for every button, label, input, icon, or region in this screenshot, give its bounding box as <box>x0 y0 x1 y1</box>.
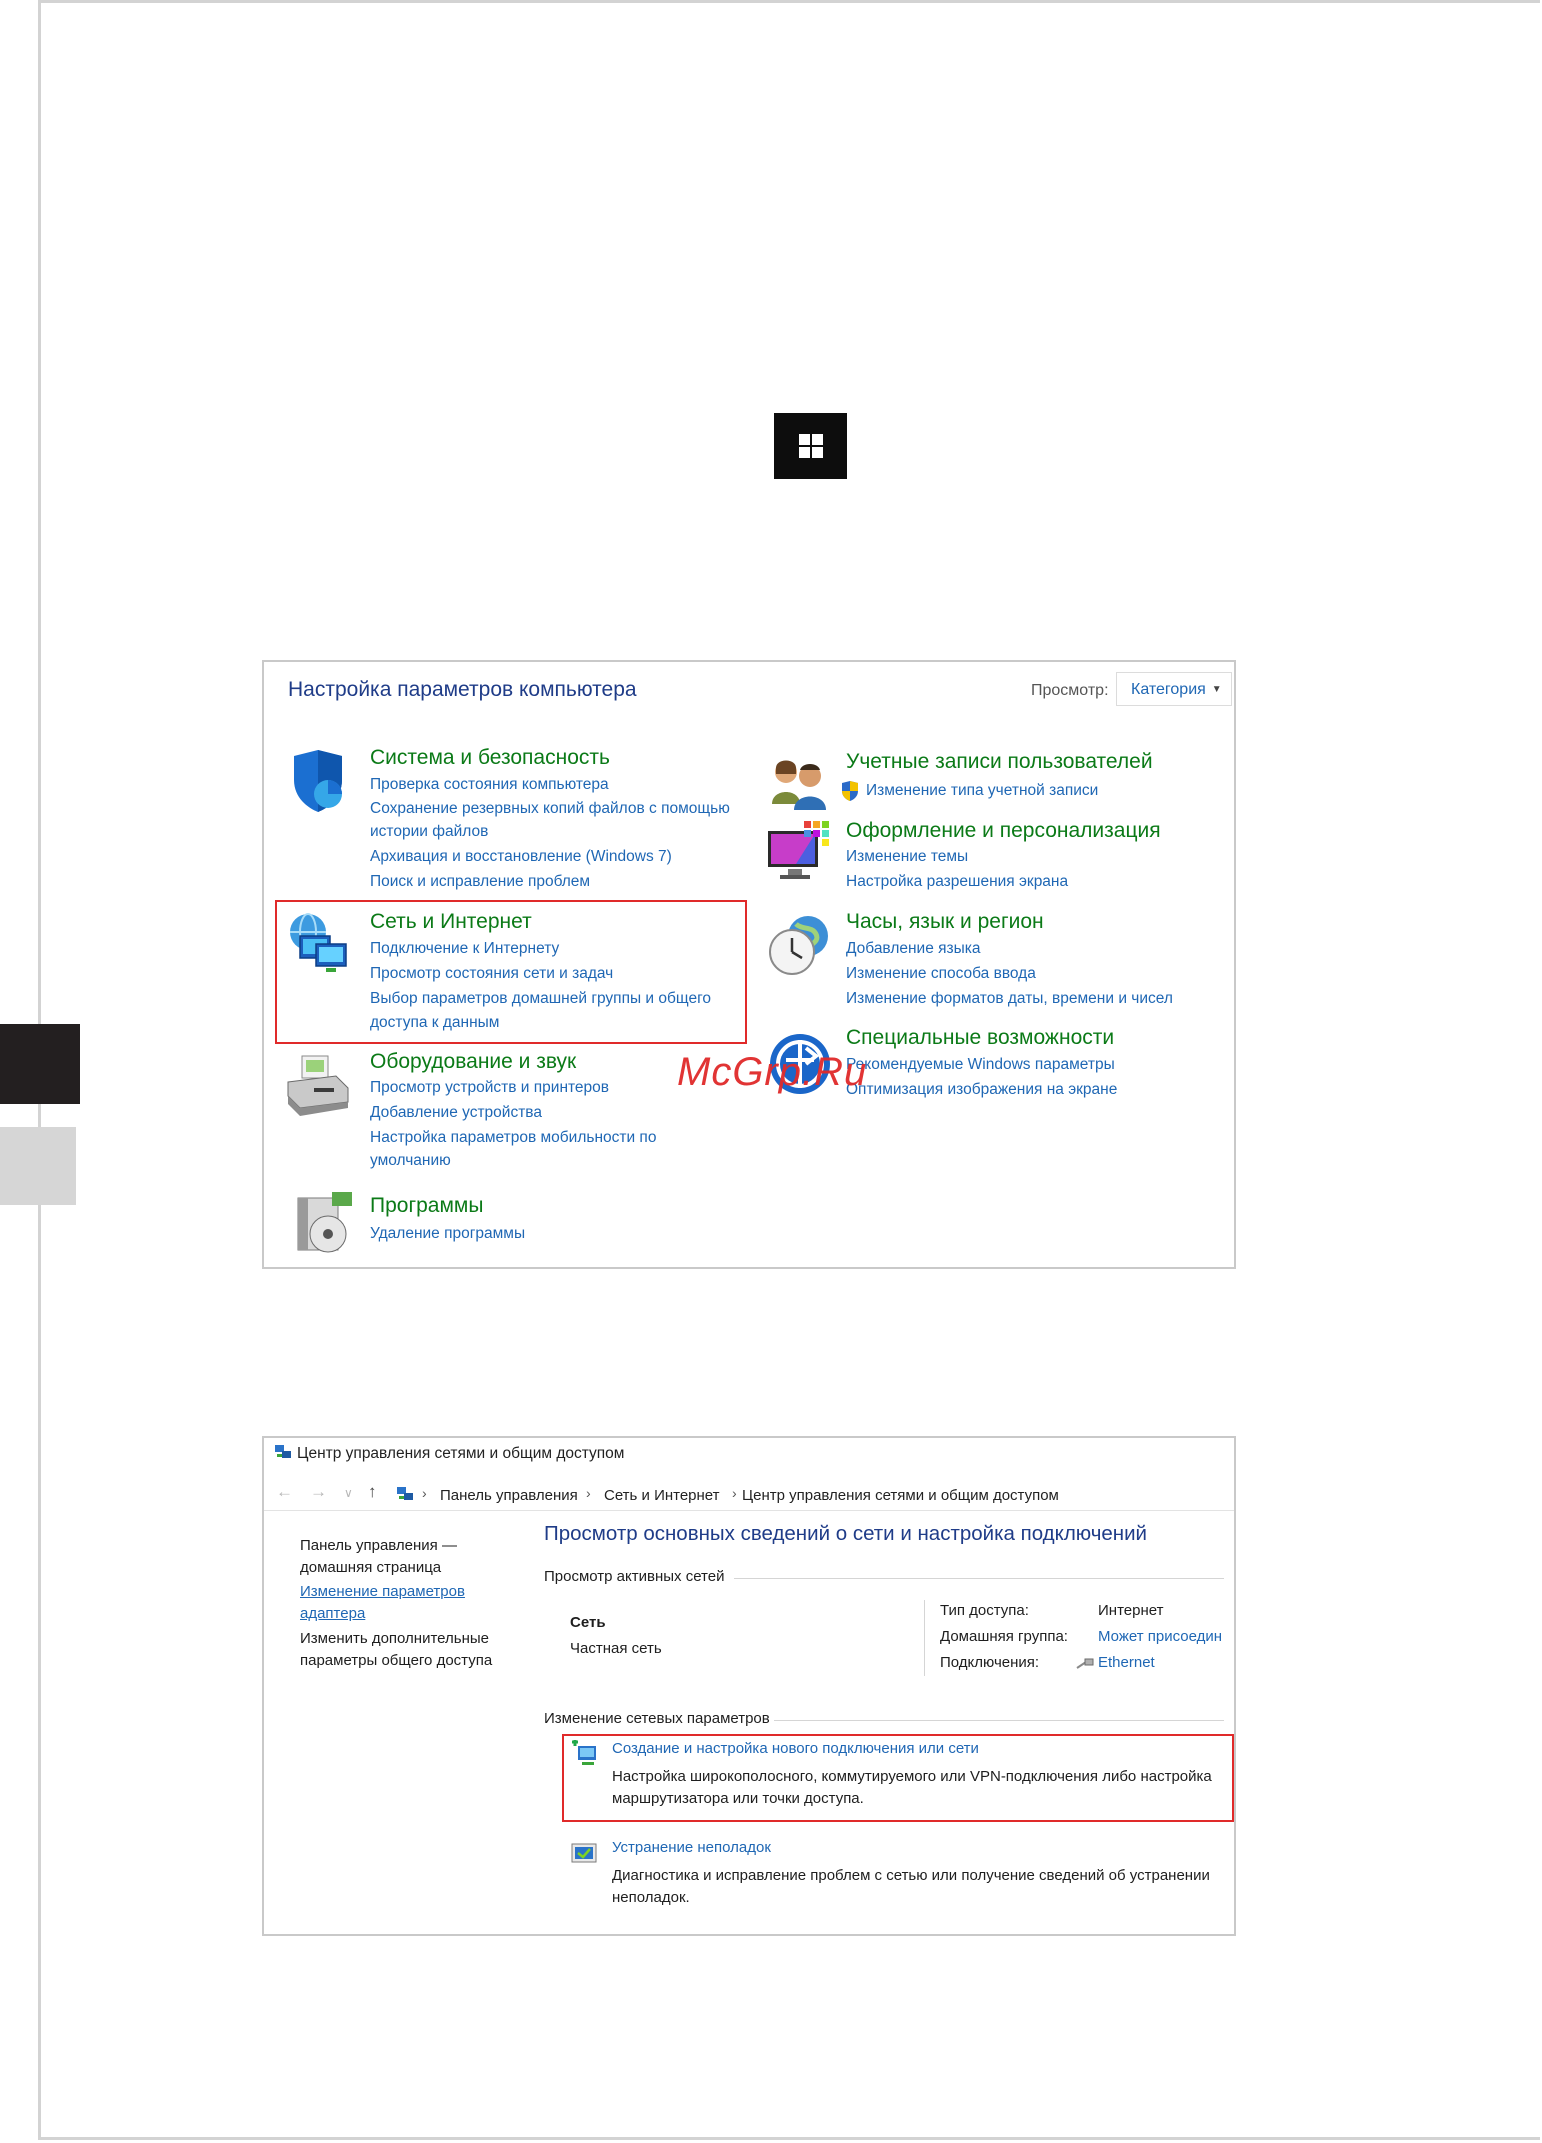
network-center-icon <box>275 1445 291 1458</box>
troubleshoot-desc-line2: неполадок. <box>612 1889 690 1906</box>
link-change-theme[interactable]: Изменение темы <box>846 847 968 867</box>
network-highlight-box <box>275 900 747 1044</box>
category-title-appearance[interactable]: Оформление и персонализация <box>846 819 1161 843</box>
change-settings-label: Изменение сетевых параметров <box>544 1710 770 1727</box>
category-title-clock[interactable]: Часы, язык и регион <box>846 910 1044 934</box>
homegroup-label: Домашняя группа: <box>940 1628 1068 1645</box>
divider <box>774 1720 1224 1721</box>
up-arrow-icon[interactable]: ↑ <box>368 1482 377 1502</box>
sidebar-adapter-line1: Изменение параметров <box>300 1583 465 1600</box>
view-by-value: Категория <box>1131 681 1206 698</box>
homegroup-link[interactable]: Может присоедин <box>1098 1626 1222 1648</box>
link-file-history[interactable]: Сохранение резервных копий файлов с помо… <box>370 799 730 819</box>
link-mobility[interactable]: Настройка параметров мобильности по <box>370 1128 656 1148</box>
link-file-history-2[interactable]: истории файлов <box>370 822 488 842</box>
network-name: Сеть <box>570 1614 606 1631</box>
shield-icon <box>294 750 342 812</box>
divider <box>924 1600 925 1676</box>
users-icon <box>772 760 826 810</box>
breadcrumb-network-center[interactable]: Центр управления сетями и общим доступом <box>742 1487 1059 1504</box>
network-center-screenshot: Центр управления сетями и общим доступом… <box>262 1436 1236 1936</box>
link-recommended-settings[interactable]: Рекомендуемые Windows параметры <box>846 1055 1115 1075</box>
link-uninstall[interactable]: Удаление программы <box>370 1224 525 1244</box>
window-title: Центр управления сетями и общим доступом <box>297 1445 625 1462</box>
control-panel-icon <box>397 1487 413 1500</box>
new-connection-highlight-box <box>562 1734 1234 1822</box>
uac-shield-icon <box>842 781 858 801</box>
ethernet-link[interactable]: Ethernet <box>1098 1652 1155 1674</box>
chapter-tab-light <box>0 1127 76 1205</box>
monitor-palette-icon <box>768 821 829 879</box>
watermark: McGrp.Ru <box>677 1050 868 1094</box>
divider <box>734 1578 1224 1579</box>
link-optimize-display[interactable]: Оптимизация изображения на экране <box>846 1080 1117 1100</box>
sidebar-item-home[interactable]: Панель управления — домашняя страница <box>300 1535 457 1579</box>
connections-label: Подключения: <box>940 1654 1040 1671</box>
category-title-accounts[interactable]: Учетные записи пользователей <box>846 750 1153 774</box>
active-networks-label: Просмотр активных сетей <box>544 1568 725 1585</box>
network-type: Частная сеть <box>570 1640 662 1657</box>
sidebar-adapter-line2: адаптера <box>300 1605 366 1622</box>
sidebar-home-line1: Панель управления — <box>300 1537 457 1554</box>
breadcrumb-control-panel[interactable]: Панель управления <box>440 1487 578 1504</box>
access-type-label: Тип доступа: <box>940 1602 1029 1619</box>
view-by-dropdown[interactable]: Категория ▼ <box>1116 672 1232 706</box>
link-devices-printers[interactable]: Просмотр устройств и принтеров <box>370 1078 609 1098</box>
view-label: Просмотр: <box>1031 682 1109 699</box>
breadcrumb-separator-icon: › <box>732 1485 737 1501</box>
address-bar: ← → ∨ ↑ › Панель управления › Сеть и Инт… <box>264 1476 1234 1511</box>
forward-arrow-icon[interactable]: → <box>310 1482 327 1502</box>
link-account-type[interactable]: Изменение типа учетной записи <box>866 781 1098 801</box>
control-panel-title: Настройка параметров компьютера <box>288 678 637 701</box>
back-arrow-icon[interactable]: ← <box>276 1482 293 1502</box>
control-panel-screenshot: Настройка параметров компьютера Просмотр… <box>262 660 1236 1269</box>
sidebar-sharing-line1: Изменить дополнительные <box>300 1630 489 1647</box>
link-add-language[interactable]: Добавление языка <box>846 939 981 959</box>
sidebar-item-adapter[interactable]: Изменение параметров адаптера <box>300 1581 465 1625</box>
category-title-accessibility[interactable]: Специальные возможности <box>846 1026 1114 1050</box>
troubleshoot-icon <box>571 1843 597 1863</box>
chapter-tab-dark <box>0 1024 80 1104</box>
access-type-value: Интернет <box>1098 1602 1164 1619</box>
clock-globe-icon <box>769 916 828 975</box>
category-title-system[interactable]: Система и безопасность <box>370 746 610 770</box>
troubleshoot-desc-line1: Диагностика и исправление проблем с сеть… <box>612 1867 1210 1884</box>
recent-chevron-icon[interactable]: ∨ <box>344 1486 353 1500</box>
link-input-method[interactable]: Изменение способа ввода <box>846 964 1036 984</box>
chevron-down-icon: ▼ <box>1211 684 1222 695</box>
printer-icon <box>287 1055 349 1116</box>
link-screen-resolution[interactable]: Настройка разрешения экрана <box>846 872 1068 892</box>
link-date-formats[interactable]: Изменение форматов даты, времени и чисел <box>846 989 1173 1009</box>
link-troubleshoot[interactable]: Поиск и исправление проблем <box>370 872 590 892</box>
ethernet-cable-icon <box>1076 1658 1094 1669</box>
troubleshoot-link[interactable]: Устранение неполадок <box>612 1837 771 1859</box>
link-check-status[interactable]: Проверка состояния компьютера <box>370 775 609 795</box>
category-title-hardware[interactable]: Оборудование и звук <box>370 1050 576 1074</box>
link-backup-restore[interactable]: Архивация и восстановление (Windows 7) <box>370 847 672 867</box>
breadcrumb-separator-icon: › <box>586 1485 591 1501</box>
breadcrumb-separator-icon: › <box>422 1485 427 1501</box>
category-title-programs[interactable]: Программы <box>370 1194 483 1218</box>
windows-key <box>774 413 847 479</box>
page-heading: Просмотр основных сведений о сети и наст… <box>544 1522 1148 1545</box>
programs-disc-icon <box>297 1192 352 1253</box>
sidebar-home-line2: домашняя страница <box>300 1559 442 1576</box>
window-titlebar: Центр управления сетями и общим доступом <box>274 1444 624 1463</box>
windows-logo-icon <box>798 434 823 458</box>
link-add-device[interactable]: Добавление устройства <box>370 1103 542 1123</box>
sidebar-sharing-line2: параметры общего доступа <box>300 1652 493 1669</box>
breadcrumb-network-internet[interactable]: Сеть и Интернет <box>604 1487 720 1504</box>
link-mobility-2[interactable]: умолчанию <box>370 1151 451 1171</box>
sidebar-item-sharing[interactable]: Изменить дополнительные параметры общего… <box>300 1628 492 1672</box>
